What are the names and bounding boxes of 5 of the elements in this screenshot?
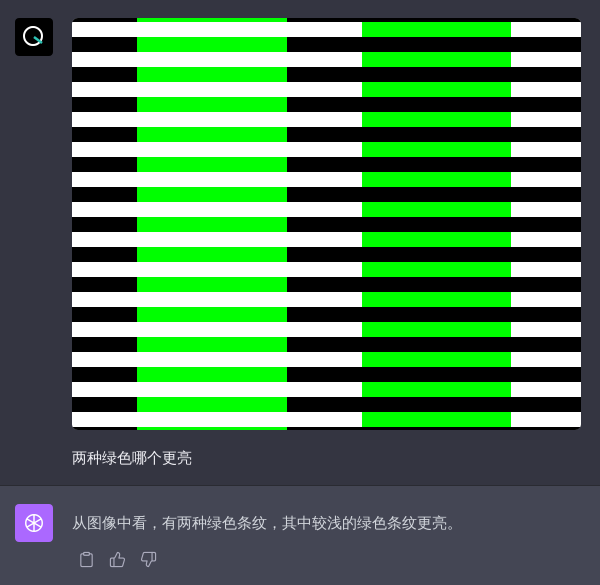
- message-text: 从图像中看，有两种绿色条纹，其中较浅的绿色条纹更亮。: [72, 513, 462, 534]
- message-text: 两种绿色哪个更亮: [72, 448, 193, 469]
- thumbs-up-icon[interactable]: [109, 550, 126, 568]
- clipboard-icon[interactable]: [78, 550, 95, 568]
- thumbs-down-icon[interactable]: [140, 550, 157, 568]
